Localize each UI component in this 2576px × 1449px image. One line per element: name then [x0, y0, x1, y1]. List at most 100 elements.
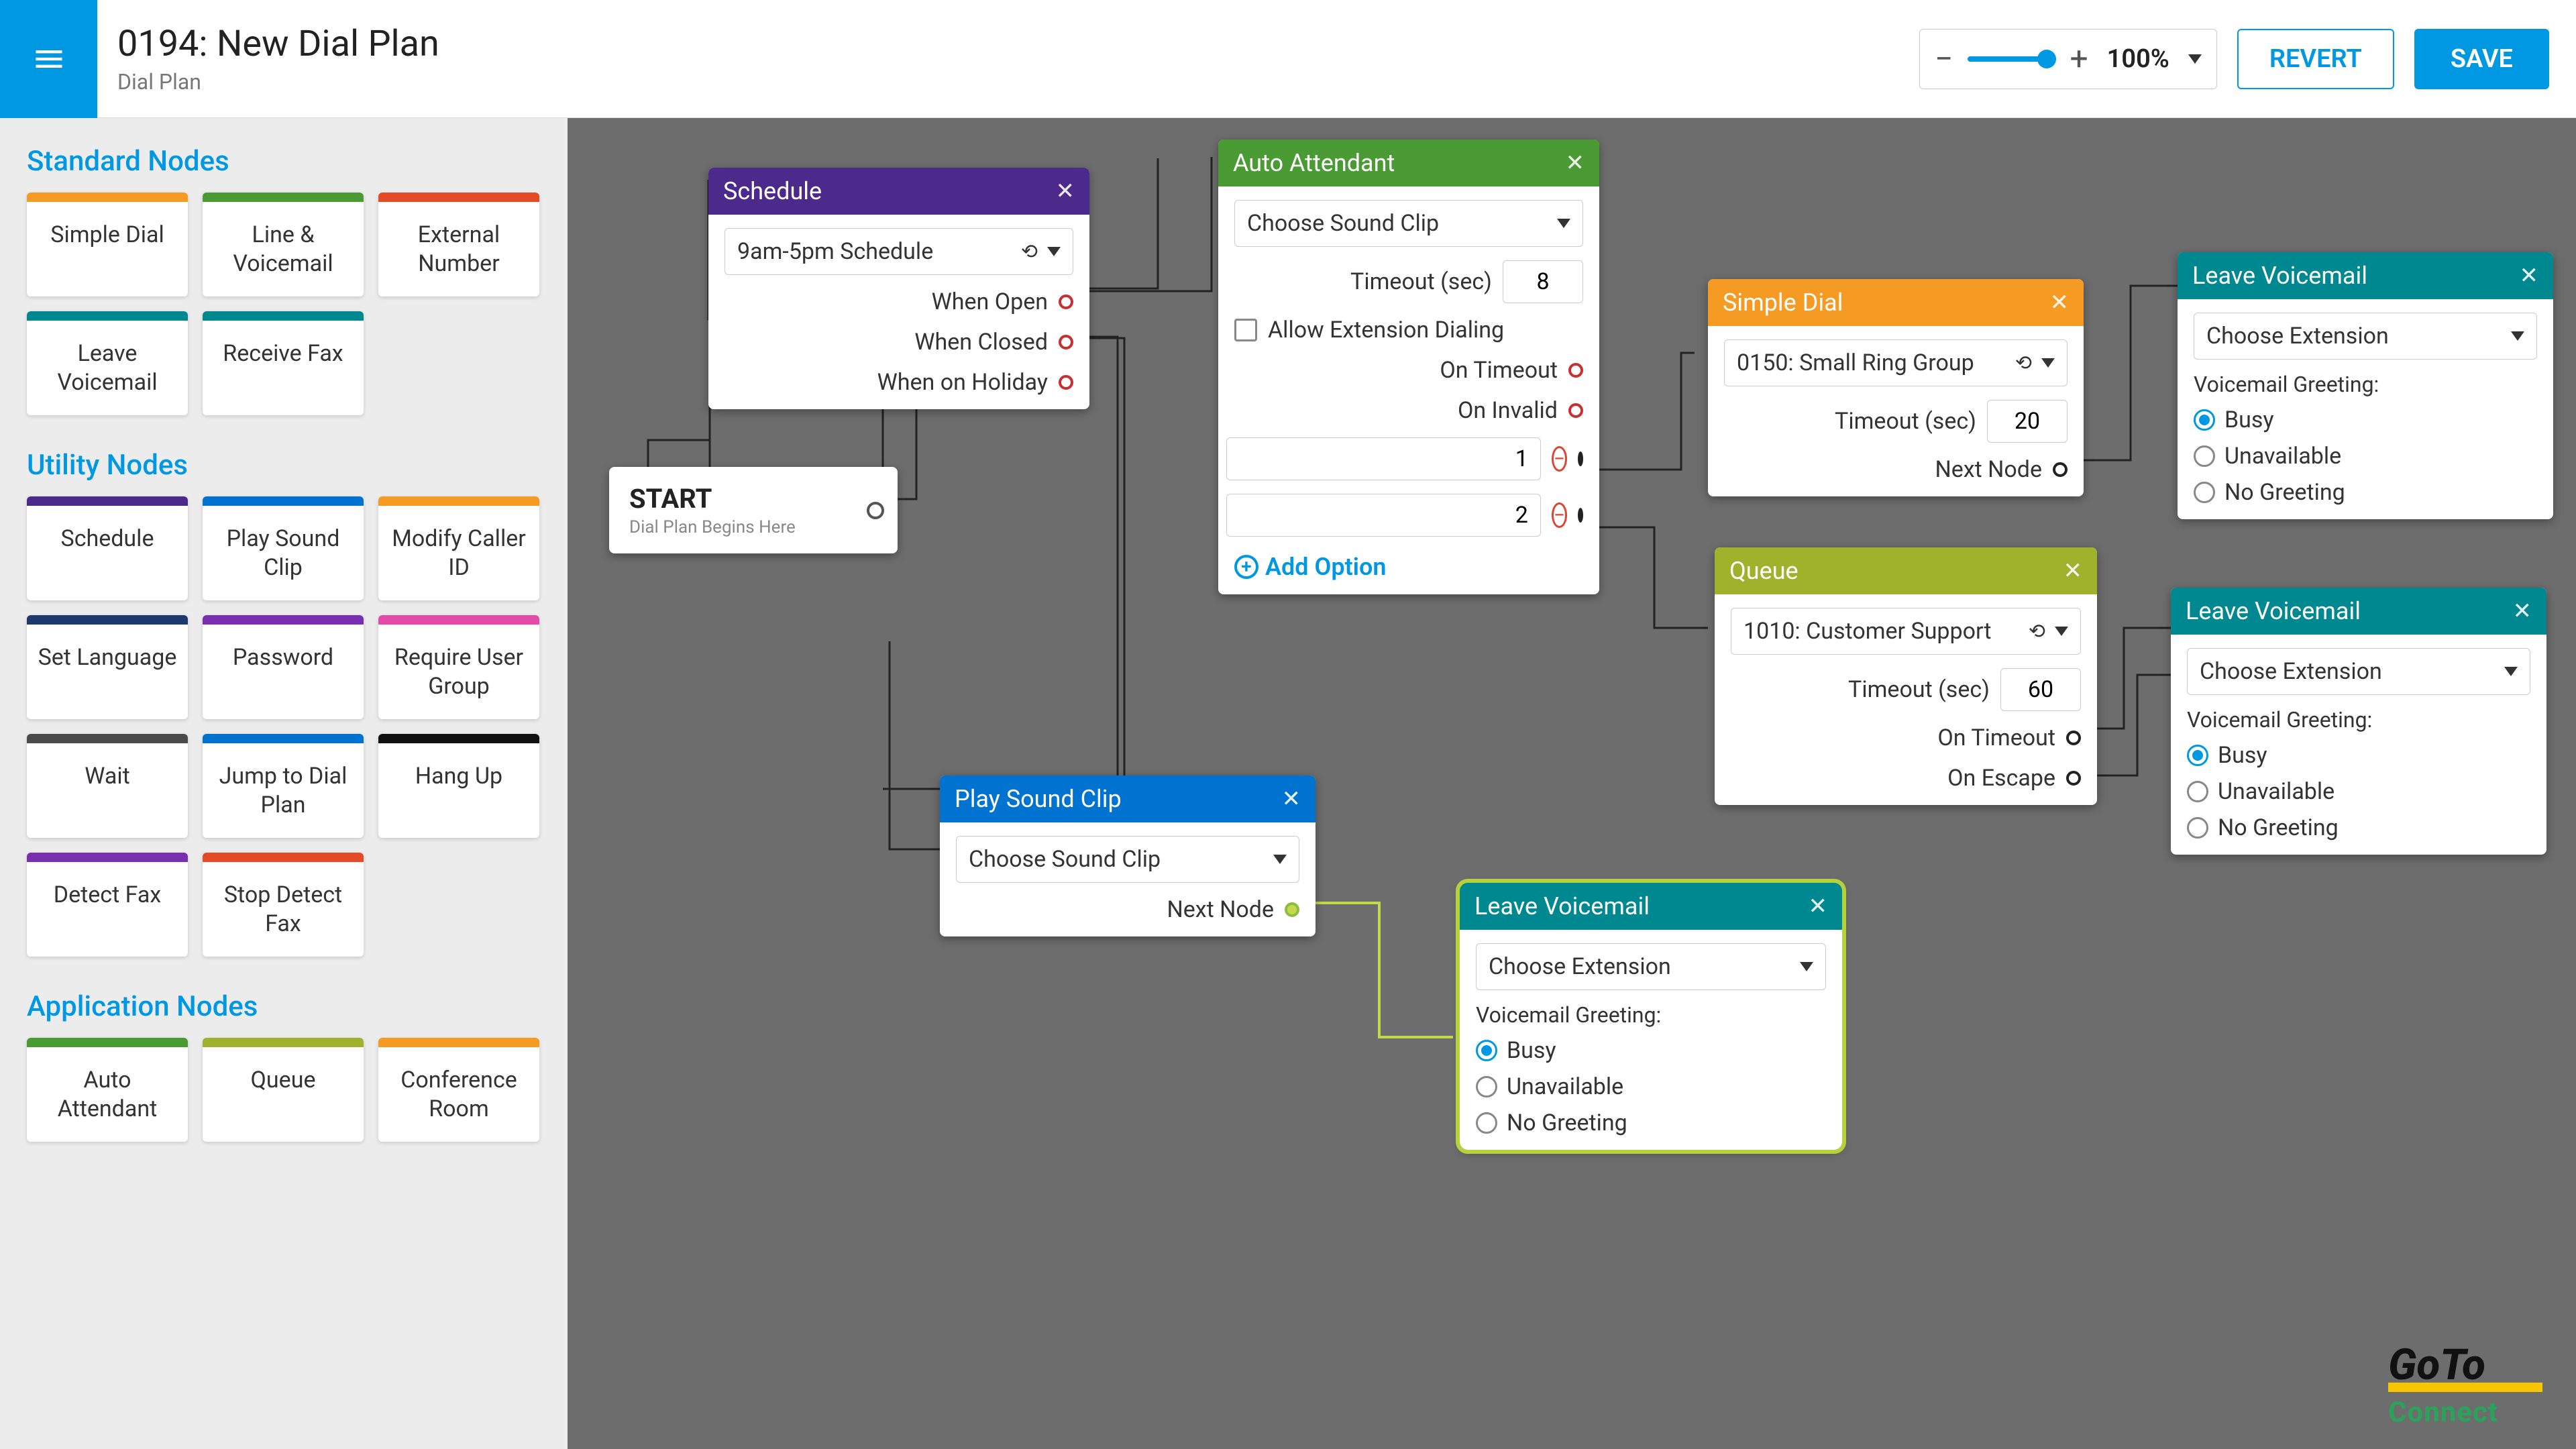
queue-on-timeout-port[interactable]: [2066, 731, 2081, 745]
link-icon[interactable]: ⟲: [2015, 352, 2032, 375]
chevron-down-icon[interactable]: [2504, 667, 2518, 676]
palette-node[interactable]: External Number: [378, 193, 539, 297]
palette-node[interactable]: Simple Dial: [27, 193, 188, 297]
palette-node[interactable]: Leave Voicemail: [27, 311, 188, 415]
palette-node[interactable]: Play Sound Clip: [203, 496, 364, 600]
aa-option1-port[interactable]: [1578, 451, 1583, 466]
allow-ext-checkbox[interactable]: [1234, 319, 1257, 341]
vm2-unavail-radio[interactable]: [2187, 781, 2208, 802]
schedule-node[interactable]: Schedule ✕ 9am-5pm Schedule ⟲ When Open …: [708, 168, 1089, 409]
close-icon[interactable]: ✕: [2513, 598, 2532, 625]
queue-timeout-input[interactable]: [2000, 668, 2081, 711]
start-node[interactable]: START Dial Plan Begins Here: [609, 467, 898, 553]
vm1-unavail-radio[interactable]: [2194, 445, 2215, 467]
zoom-dropdown-icon[interactable]: [2188, 54, 2202, 64]
voicemail-node-2[interactable]: Leave Voicemail ✕ Choose Extension Voice…: [2171, 588, 2546, 855]
vm-unavail-radio[interactable]: [1476, 1076, 1497, 1097]
ps-next-port[interactable]: [1285, 902, 1299, 917]
simple-dial-node[interactable]: Simple Dial ✕ 0150: Small Ring Group ⟲ T…: [1708, 279, 2084, 496]
chevron-down-icon[interactable]: [2511, 331, 2524, 341]
add-option-button[interactable]: + Add Option: [1234, 553, 1583, 581]
palette-node[interactable]: Detect Fax: [27, 853, 188, 957]
chevron-down-icon[interactable]: [1557, 219, 1570, 228]
simple-dial-header[interactable]: Simple Dial ✕: [1708, 279, 2084, 326]
aa-soundclip-select[interactable]: Choose Sound Clip: [1234, 200, 1583, 247]
vm2-busy-radio[interactable]: [2187, 745, 2208, 766]
vm2-nogreeting-radio[interactable]: [2187, 817, 2208, 839]
menu-button[interactable]: [0, 0, 97, 118]
chevron-down-icon[interactable]: [1273, 855, 1287, 864]
palette-node[interactable]: Hang Up: [378, 734, 539, 838]
close-icon[interactable]: ✕: [2050, 289, 2070, 316]
schedule-select[interactable]: 9am-5pm Schedule ⟲: [724, 228, 1073, 275]
chevron-down-icon[interactable]: [1800, 962, 1813, 971]
save-button[interactable]: SAVE: [2414, 29, 2549, 89]
aa-on-timeout-port[interactable]: [1568, 363, 1583, 378]
vm-busy-radio[interactable]: [1476, 1040, 1497, 1061]
palette-node[interactable]: Receive Fax: [203, 311, 364, 415]
palette-node[interactable]: Line & Voicemail: [203, 193, 364, 297]
when-open-port[interactable]: [1059, 294, 1073, 309]
aa-option2-port[interactable]: [1578, 508, 1583, 523]
palette-node[interactable]: Stop Detect Fax: [203, 853, 364, 957]
vm-header[interactable]: Leave Voicemail ✕: [1460, 883, 1842, 930]
voicemail-node-1[interactable]: Leave Voicemail ✕ Choose Extension Voice…: [2178, 252, 2553, 519]
chevron-down-icon[interactable]: [2041, 358, 2055, 368]
zoom-slider[interactable]: [1968, 56, 2055, 62]
vm2-header[interactable]: Leave Voicemail ✕: [2171, 588, 2546, 635]
vm-nogreeting-radio[interactable]: [1476, 1112, 1497, 1134]
auto-attendant-header[interactable]: Auto Attendant ✕: [1218, 140, 1599, 186]
queue-header[interactable]: Queue ✕: [1715, 547, 2097, 594]
vm2-ext-select[interactable]: Choose Extension: [2187, 648, 2530, 695]
palette-node[interactable]: Modify Caller ID: [378, 496, 539, 600]
zoom-out-button[interactable]: −: [1935, 43, 1953, 75]
vm1-ext-select[interactable]: Choose Extension: [2194, 313, 2537, 360]
vm1-header[interactable]: Leave Voicemail ✕: [2178, 252, 2553, 299]
aa-option1-input[interactable]: [1226, 437, 1541, 480]
voicemail-node-selected[interactable]: Leave Voicemail ✕ Choose Extension Voice…: [1460, 883, 1842, 1150]
chevron-down-icon[interactable]: [2055, 627, 2068, 636]
ps-soundclip-select[interactable]: Choose Sound Clip: [956, 836, 1299, 883]
aa-option2-input[interactable]: [1226, 494, 1541, 537]
close-icon[interactable]: ✕: [1566, 150, 1585, 176]
palette-node[interactable]: Auto Attendant: [27, 1038, 188, 1142]
palette-node[interactable]: Require User Group: [378, 615, 539, 719]
schedule-header[interactable]: Schedule ✕: [708, 168, 1089, 215]
link-icon[interactable]: ⟲: [2029, 620, 2045, 643]
auto-attendant-node[interactable]: Auto Attendant ✕ Choose Sound Clip Timeo…: [1218, 140, 1599, 594]
close-icon[interactable]: ✕: [2520, 262, 2539, 289]
when-closed-port[interactable]: [1059, 335, 1073, 350]
play-sound-header[interactable]: Play Sound Clip ✕: [940, 775, 1316, 822]
palette-node[interactable]: Set Language: [27, 615, 188, 719]
chevron-down-icon[interactable]: [1047, 247, 1061, 256]
when-holiday-port[interactable]: [1059, 375, 1073, 390]
revert-button[interactable]: REVERT: [2237, 29, 2394, 89]
palette-node[interactable]: Password: [203, 615, 364, 719]
queue-node[interactable]: Queue ✕ 1010: Customer Support ⟲ Timeout…: [1715, 547, 2097, 805]
sd-timeout-input[interactable]: [1987, 400, 2068, 443]
vm1-busy-radio[interactable]: [2194, 409, 2215, 431]
zoom-in-button[interactable]: +: [2070, 43, 2088, 75]
zoom-thumb[interactable]: [2037, 50, 2056, 68]
sd-target-select[interactable]: 0150: Small Ring Group ⟲: [1724, 339, 2068, 386]
palette-node[interactable]: Conference Room: [378, 1038, 539, 1142]
remove-option-icon[interactable]: −: [1552, 502, 1567, 528]
link-icon[interactable]: ⟲: [1021, 240, 1038, 264]
palette-node[interactable]: Schedule: [27, 496, 188, 600]
remove-option-icon[interactable]: −: [1552, 446, 1567, 472]
aa-on-invalid-port[interactable]: [1568, 403, 1583, 418]
close-icon[interactable]: ✕: [1809, 893, 1828, 920]
queue-target-select[interactable]: 1010: Customer Support ⟲: [1731, 608, 2081, 655]
close-icon[interactable]: ✕: [1056, 178, 1075, 205]
close-icon[interactable]: ✕: [2063, 557, 2083, 584]
sd-next-port[interactable]: [2053, 462, 2068, 477]
close-icon[interactable]: ✕: [1282, 786, 1301, 812]
queue-on-escape-port[interactable]: [2066, 771, 2081, 786]
start-output-port[interactable]: [867, 502, 884, 519]
palette-node[interactable]: Queue: [203, 1038, 364, 1142]
vm1-nogreeting-radio[interactable]: [2194, 482, 2215, 503]
aa-timeout-input[interactable]: [1503, 260, 1583, 303]
flow-canvas[interactable]: START Dial Plan Begins Here Schedule ✕ 9…: [568, 118, 2576, 1449]
vm-ext-select[interactable]: Choose Extension: [1476, 943, 1826, 990]
play-sound-node[interactable]: Play Sound Clip ✕ Choose Sound Clip Next…: [940, 775, 1316, 936]
